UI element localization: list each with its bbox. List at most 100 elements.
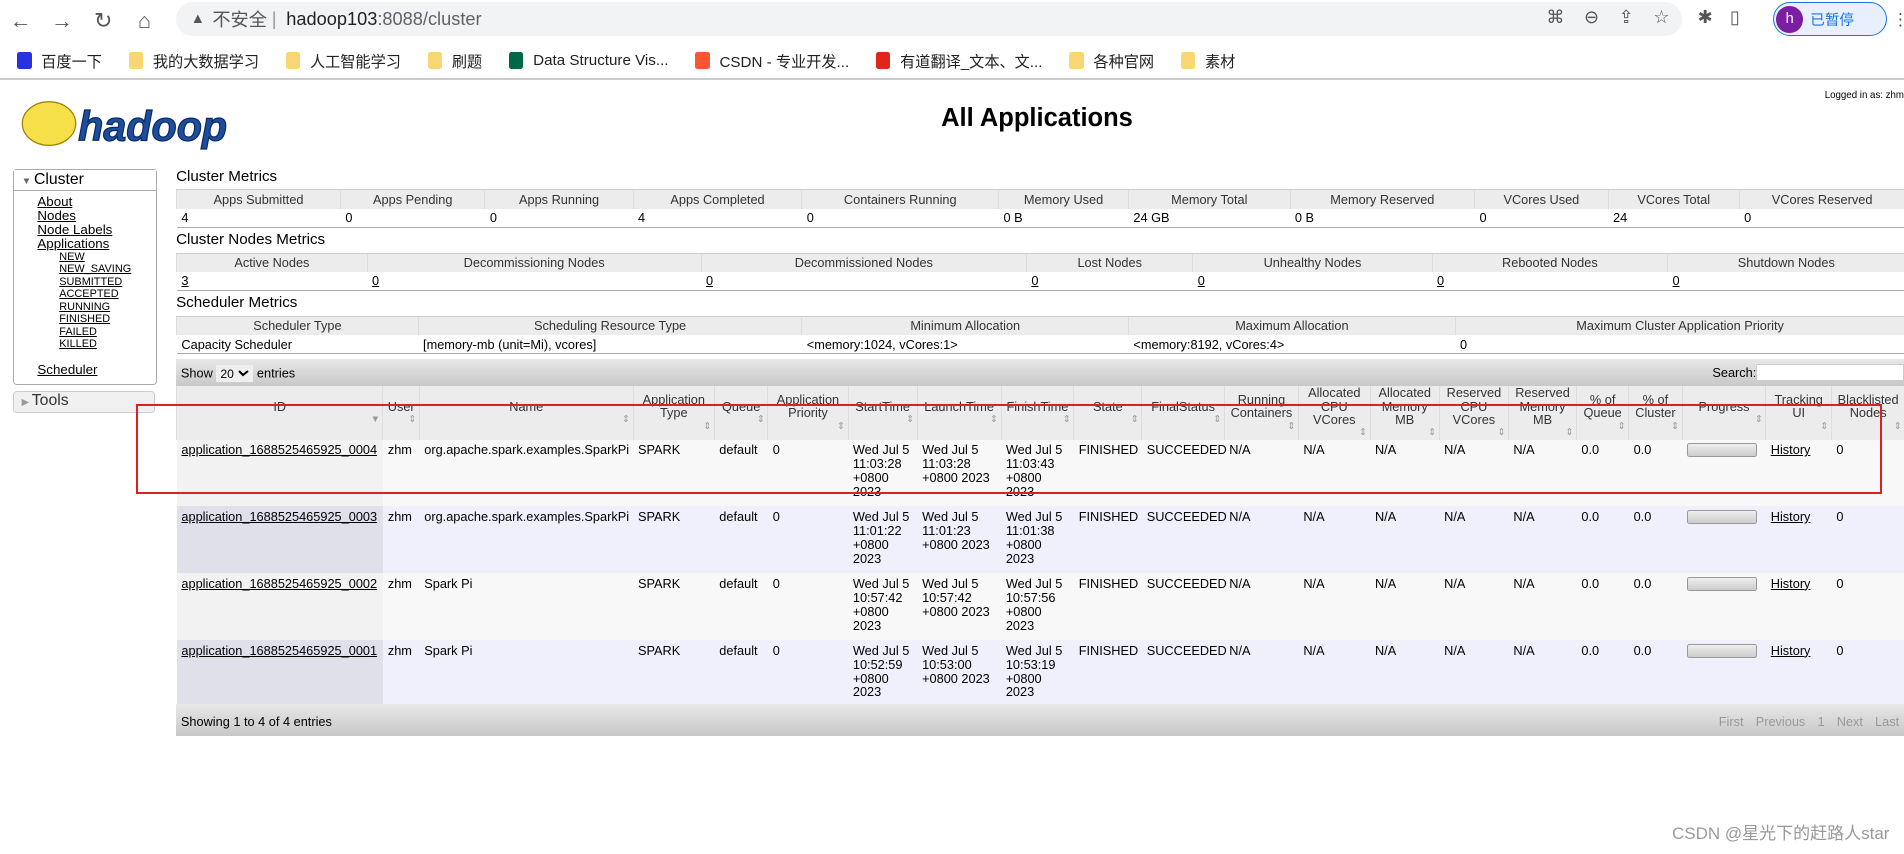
pager-first[interactable]: First xyxy=(1719,714,1744,729)
metric-link[interactable]: 0 xyxy=(1031,273,1038,288)
bookmark-item[interactable]: 各种官网 xyxy=(1069,50,1154,72)
caret-right-icon: ▶ xyxy=(21,397,32,408)
column-header[interactable]: Reserved Memory MB ⇕ xyxy=(1508,386,1577,440)
pager-next[interactable]: Next xyxy=(1837,714,1863,729)
home-icon[interactable]: ⌂ xyxy=(124,8,165,34)
reload-icon[interactable]: ↻ xyxy=(83,8,124,34)
table-cell: application_1688525465925_0002 xyxy=(176,573,383,640)
column-header[interactable]: Name ⇕ xyxy=(418,386,634,440)
sidebar-state-failed[interactable]: FAILED xyxy=(14,326,156,339)
metric-link[interactable]: 3 xyxy=(181,273,188,288)
metric-header: Apps Running xyxy=(484,189,634,209)
column-header[interactable]: Allocated CPU VCores ⇕ xyxy=(1297,385,1371,440)
column-header[interactable]: User ⇕ xyxy=(382,386,420,440)
column-header[interactable]: State ⇕ xyxy=(1073,386,1142,440)
column-header[interactable]: Reserved CPU VCores ⇕ xyxy=(1438,386,1509,440)
sidebar-state-finished[interactable]: FINISHED xyxy=(14,313,156,326)
column-header[interactable]: Blacklisted Nodes ⇕ xyxy=(1830,386,1904,440)
sidebar-link-nodes[interactable]: Nodes xyxy=(14,209,156,223)
bookmark-item[interactable]: 百度一下 xyxy=(17,50,102,72)
column-header[interactable]: FinalStatus ⇕ xyxy=(1141,386,1225,440)
bookmark-item[interactable]: 有道翻译_文本、文... xyxy=(875,50,1042,72)
application-id-link[interactable]: application_1688525465925_0001 xyxy=(181,643,377,658)
forward-icon[interactable]: → xyxy=(41,8,82,34)
extensions-icon[interactable]: ✱ xyxy=(1698,7,1713,28)
bookmark-label: 各种官网 xyxy=(1093,53,1155,71)
table-cell: Wed Jul 5 11:01:38 +0800 2023 xyxy=(1001,506,1074,574)
entries-select[interactable]: 20 xyxy=(216,365,254,383)
metric-link[interactable]: 0 xyxy=(706,273,713,288)
sort-icon: ⇕ xyxy=(1287,420,1296,432)
sidepanel-icon[interactable]: ▯ xyxy=(1730,7,1740,28)
cluster-header[interactable]: ▼ Cluster xyxy=(14,169,157,192)
table-cell: N/A xyxy=(1298,506,1371,574)
table-cell: Wed Jul 5 10:57:42 +0800 2023 xyxy=(917,573,1001,640)
application-id-link[interactable]: application_1688525465925_0003 xyxy=(181,509,377,524)
column-header[interactable]: ID ▼ xyxy=(176,386,383,440)
column-header[interactable]: StartTime ⇕ xyxy=(847,386,918,440)
sidebar-link-about[interactable]: About xyxy=(14,195,156,209)
application-id-link[interactable]: application_1688525465925_0004 xyxy=(181,442,377,457)
column-label: Allocated CPU VCores xyxy=(1308,385,1361,427)
bookmark-item[interactable]: 我的大数据学习 xyxy=(128,50,259,72)
bookmark-item[interactable]: CSDN - 专业开发... xyxy=(695,50,849,72)
pager-previous[interactable]: Previous xyxy=(1756,714,1806,729)
zoom-icon[interactable]: ⊖ xyxy=(1584,7,1599,28)
sidebar-link-node-labels[interactable]: Node Labels xyxy=(14,223,156,237)
bookmark-item[interactable]: 素材 xyxy=(1180,50,1235,72)
metric-header: Memory Reserved xyxy=(1289,189,1475,209)
column-header[interactable]: Tracking UI ⇕ xyxy=(1765,386,1832,440)
scheduler-metrics-table: Scheduler Type Scheduling Resource Type Mi… xyxy=(176,315,1904,355)
column-header[interactable]: Application Type ⇕ xyxy=(632,386,715,440)
column-header[interactable]: % of Queue ⇕ xyxy=(1576,386,1629,440)
metric-link[interactable]: 0 xyxy=(1198,273,1205,288)
table-cell: 0 xyxy=(1831,573,1904,640)
metric-header: Decommissioned Nodes xyxy=(700,252,1027,272)
star-icon[interactable]: ☆ xyxy=(1653,7,1669,28)
share-icon[interactable]: ⇪ xyxy=(1619,7,1634,28)
column-header[interactable]: Allocated Memory MB ⇕ xyxy=(1369,386,1440,440)
column-header[interactable]: Queue ⇕ xyxy=(713,386,768,440)
column-header[interactable]: Running Containers ⇕ xyxy=(1223,386,1299,440)
sidebar-link-scheduler[interactable]: Scheduler xyxy=(14,363,156,377)
sidebar-state-new[interactable]: NEW xyxy=(14,251,156,264)
pager-1[interactable]: 1 xyxy=(1817,714,1824,729)
history-link[interactable]: History xyxy=(1771,442,1811,457)
column-label: FinalStatus xyxy=(1151,398,1216,414)
menu-icon[interactable]: ⋮ xyxy=(1892,10,1904,30)
history-link[interactable]: History xyxy=(1771,509,1811,524)
column-header[interactable]: LaunchTime ⇕ xyxy=(916,386,1001,440)
column-header[interactable]: % of Cluster ⇕ xyxy=(1628,386,1683,440)
bookmark-item[interactable]: 人工智能学习 xyxy=(285,50,401,72)
profile-button[interactable]: h 已暂停 xyxy=(1772,2,1887,36)
table-row: application_1688525465925_0002 zhm Spark P… xyxy=(176,573,1904,640)
pager-last[interactable]: Last xyxy=(1875,714,1899,729)
history-link[interactable]: History xyxy=(1771,576,1811,591)
sidebar-state-accepted[interactable]: ACCEPTED xyxy=(14,288,156,301)
sidebar-state-running[interactable]: RUNNING xyxy=(14,301,156,314)
application-id-link[interactable]: application_1688525465925_0002 xyxy=(181,576,377,591)
bookmark-item[interactable]: 刷题 xyxy=(427,50,482,72)
back-icon[interactable]: ← xyxy=(0,8,41,34)
translate-icon[interactable]: ⌘ xyxy=(1546,7,1564,28)
sort-icon: ⇕ xyxy=(989,413,999,425)
address-bar[interactable]: ▲ 不安全 | hadoop103:8088/cluster ⌘ ⊖ ⇪ ☆ xyxy=(176,2,1682,37)
metric-link[interactable]: 0 xyxy=(1437,273,1444,288)
table-cell xyxy=(1682,506,1766,574)
search-input[interactable] xyxy=(1756,364,1904,381)
sidebar-link-applications[interactable]: Applications xyxy=(14,237,156,251)
history-link[interactable]: History xyxy=(1771,643,1811,658)
column-header[interactable]: Application Priority ⇕ xyxy=(767,386,849,440)
column-header[interactable]: FinishTime ⇕ xyxy=(1000,386,1074,440)
metric-link[interactable]: 0 xyxy=(1673,273,1680,288)
sidebar-state-killed[interactable]: KILLED xyxy=(14,338,156,351)
sort-icon: ⇕ xyxy=(1428,427,1437,439)
bookmark-item[interactable]: Data Structure Vis... xyxy=(508,52,669,70)
sidebar-tools[interactable]: ▶ Tools xyxy=(13,391,156,413)
table-cell: Wed Jul 5 10:53:19 +0800 2023 xyxy=(1001,639,1074,707)
column-header[interactable]: Progress ⇕ xyxy=(1681,386,1766,440)
metric-link[interactable]: 0 xyxy=(372,273,379,288)
table-cell: 0 xyxy=(767,639,849,707)
sidebar-state-submitted[interactable]: SUBMITTED xyxy=(14,276,156,289)
sidebar-state-new_saving[interactable]: NEW_SAVING xyxy=(14,263,156,276)
